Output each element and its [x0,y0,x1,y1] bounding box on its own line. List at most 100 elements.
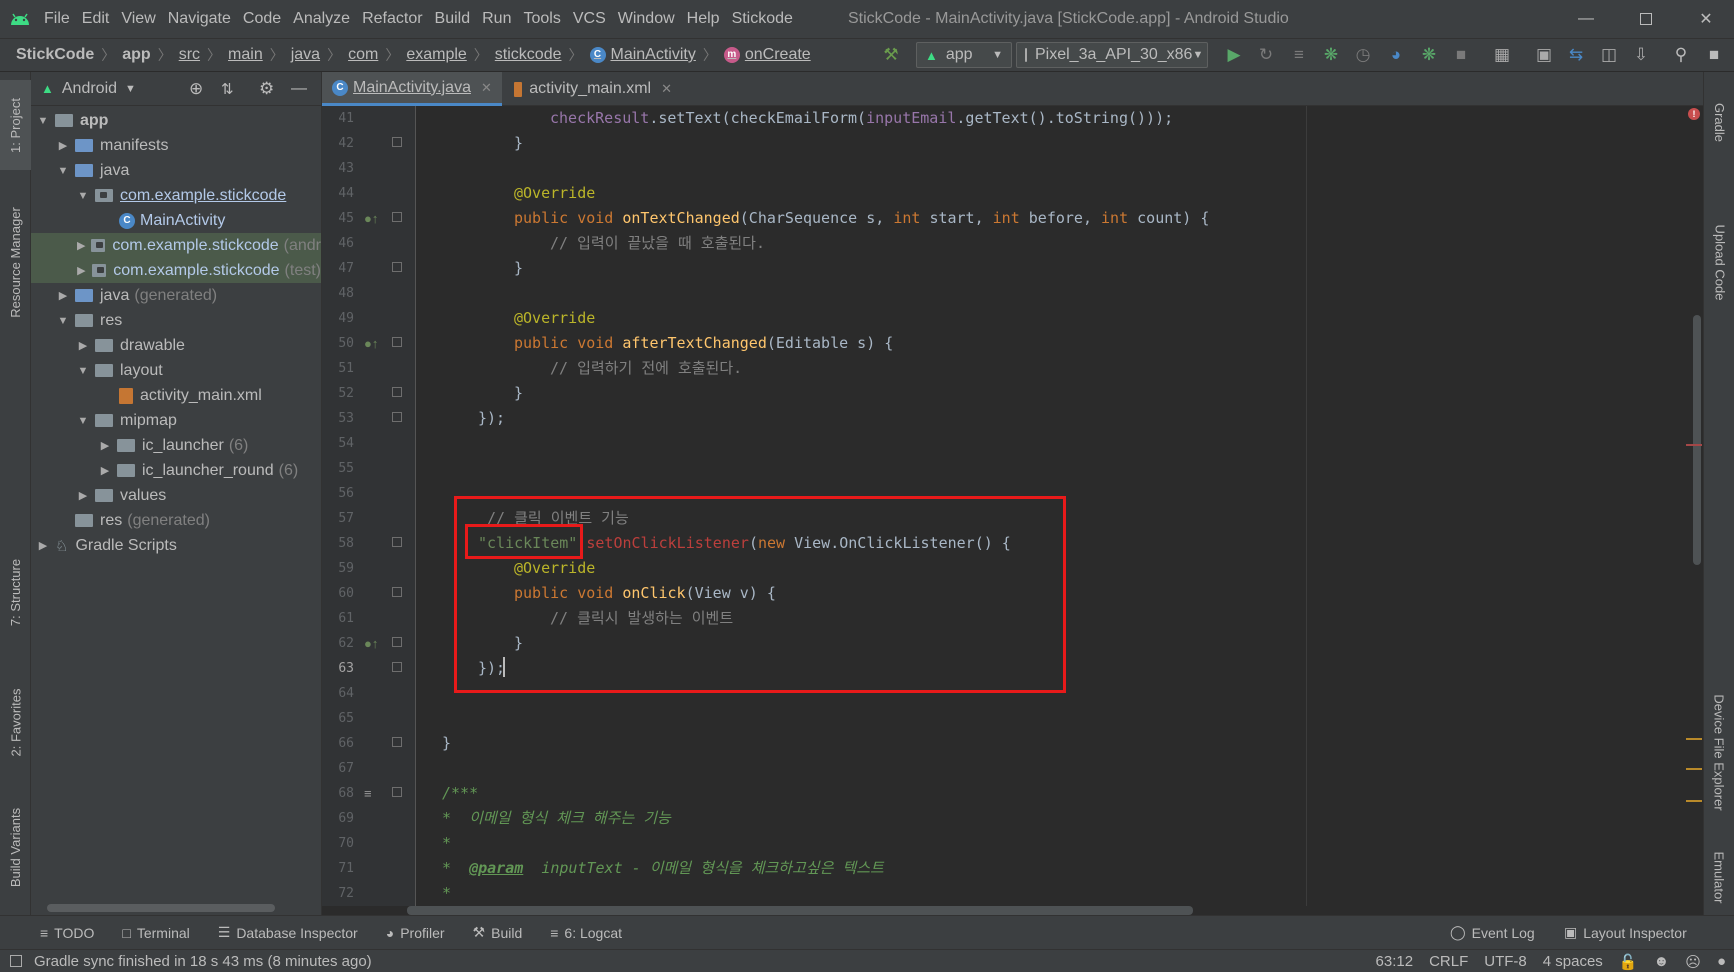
apply-code-changes-icon[interactable]: ≡ [1286,42,1312,68]
tool-tab-structure[interactable]: 7: Structure [0,542,31,642]
avd-manager-icon[interactable]: ▣ [1531,42,1557,68]
panel-horizontal-scrollbar[interactable] [47,904,275,912]
tool-profiler[interactable]: ◕ Profiler [372,925,459,941]
menu-code[interactable]: Code [239,0,289,38]
fold-marker-icon[interactable] [392,137,402,147]
tree-item-values[interactable]: ▶ values [31,483,321,508]
tree-item-mainactivity[interactable]: C MainActivity [31,208,321,233]
tool-terminal[interactable]: □ Terminal [108,925,203,941]
override-marker-icon[interactable]: ●↑ [364,631,378,656]
maximize-button[interactable] [1618,0,1674,38]
menu-view[interactable]: View [117,0,163,38]
doc-marker-icon[interactable]: ≡ [364,781,378,806]
breadcrumb-java[interactable]: java [287,46,324,64]
tool-tab-project[interactable]: 1: Project [0,80,31,170]
tree-item-activity-main-xml[interactable]: activity_main.xml [31,383,321,408]
menu-stickode[interactable]: Stickode [728,0,801,38]
sdk-manager-icon[interactable]: ⇩ [1628,42,1654,68]
menu-vcs[interactable]: VCS [569,0,614,38]
caret-position[interactable]: 63:12 [1376,953,1414,970]
tool-tab-emulator[interactable]: Emulator [1704,832,1734,922]
close-window-button[interactable]: ✕ [1678,0,1734,38]
project-view-selector[interactable]: Android [62,80,117,98]
fold-marker-icon[interactable] [392,412,402,422]
fold-marker-icon[interactable] [392,637,402,647]
menu-window[interactable]: Window [614,0,683,38]
stop-icon[interactable]: ■ [1448,42,1474,68]
override-marker-icon[interactable]: ●↑ [364,331,378,356]
error-indicator-icon[interactable]: ! [1688,108,1700,120]
feedback-face-icon[interactable]: ☹ [1685,953,1701,971]
locate-icon[interactable]: ⊕ [189,79,203,99]
notification-icon[interactable]: ● [1717,953,1726,970]
editor-horizontal-scrollbar[interactable] [407,906,1193,915]
tool-tab-device-file-explorer[interactable]: Device File Explorer [1704,642,1734,862]
tool-tab-favorites[interactable]: 2: Favorites [0,672,31,772]
fold-marker-icon[interactable] [392,212,402,222]
tree-item-java[interactable]: ▼ java [31,158,321,183]
fold-marker-icon[interactable] [392,587,402,597]
device-dropdown[interactable]: Pixel_3a_API_30_x86 ▼ [1016,42,1208,68]
search-icon[interactable]: ⚲ [1668,42,1694,68]
menu-edit[interactable]: Edit [78,0,118,38]
coverage-icon[interactable]: ◷ [1350,42,1376,68]
fold-marker-icon[interactable] [392,787,402,797]
lock-icon[interactable]: 🔓 [1619,953,1638,971]
fold-marker-icon[interactable] [392,537,402,547]
tool-layout-inspector[interactable]: ▣ Layout Inspector [1550,924,1701,941]
breadcrumb-app[interactable]: app [118,46,154,64]
collapse-all-icon[interactable]: ⇅ [221,80,234,98]
breadcrumb-com[interactable]: com [344,46,382,64]
breadcrumb-mainactivity[interactable]: C MainActivity [586,46,700,64]
file-encoding[interactable]: UTF-8 [1484,953,1527,970]
breadcrumb-stickcode[interactable]: stickcode [491,46,566,64]
menu-help[interactable]: Help [683,0,728,38]
attach-debugger-icon[interactable]: ❋ [1416,42,1442,68]
project-structure-icon[interactable]: ▦ [1489,42,1515,68]
tree-item-java-generated[interactable]: ▶ java (generated) [31,283,321,308]
tool-tab-upload-code[interactable]: Upload Code [1704,172,1734,352]
run-icon[interactable]: ▶ [1221,42,1247,68]
menu-refactor[interactable]: Refactor [358,0,430,38]
tree-item-layout[interactable]: ▼ layout [31,358,321,383]
tree-item-ic-launcher[interactable]: ▶ ic_launcher (6) [31,433,321,458]
fold-marker-icon[interactable] [392,262,402,272]
tree-item-mipmap[interactable]: ▼ mipmap [31,408,321,433]
tree-item-gradle-scripts[interactable]: ▶ ♘ Gradle Scripts [31,533,321,558]
tree-item-drawable[interactable]: ▶ drawable [31,333,321,358]
close-tab-icon[interactable]: ✕ [661,81,672,97]
tool-tab-gradle[interactable]: Gradle [1704,82,1734,162]
fold-marker-icon[interactable] [392,662,402,672]
menu-build[interactable]: Build [431,0,479,38]
account-icon[interactable]: ■ [1701,42,1727,68]
tree-item-res[interactable]: ▼ res [31,308,321,333]
gear-icon[interactable]: ⚙ [259,79,274,99]
warning-stripe-marker[interactable] [1686,768,1702,770]
tree-item-ic-launcher-round[interactable]: ▶ ic_launcher_round (6) [31,458,321,483]
menu-tools[interactable]: Tools [519,0,568,38]
hide-panel-icon[interactable]: — [291,80,307,98]
override-marker-icon[interactable]: ●↑ [364,206,378,231]
apply-changes-icon[interactable]: ↻ [1253,42,1279,68]
profile-icon[interactable]: ◕ [1383,42,1409,68]
breadcrumb-example[interactable]: example [402,46,470,64]
tab-mainactivity-java[interactable]: C MainActivity.java ✕ [322,72,502,106]
run-config-dropdown[interactable]: ▲ app ▼ [916,42,1012,68]
menu-analyze[interactable]: Analyze [289,0,358,38]
editor-vertical-scrollbar[interactable] [1693,315,1701,565]
sync-gradle-icon[interactable]: ⇆ [1563,42,1589,68]
menu-file[interactable]: File [40,0,78,38]
warning-stripe-marker[interactable] [1686,738,1702,740]
tree-item-app[interactable]: ▼ app [31,108,321,133]
tool-tab-build-variants[interactable]: Build Variants [0,792,31,902]
tool-event-log[interactable]: ◯ Event Log [1436,924,1549,941]
tree-item-res-generated[interactable]: res (generated) [31,508,321,533]
tool-database-inspector[interactable]: ☰ Database Inspector [204,924,372,941]
tree-item-package-test[interactable]: ▶ com.example.stickcode (test) [31,258,321,283]
build-hammer-icon[interactable]: ⚒ [878,42,904,68]
device-manager-icon[interactable]: ◫ [1596,42,1622,68]
face-icon[interactable]: ☻ [1654,953,1670,970]
fold-marker-icon[interactable] [392,337,402,347]
breadcrumb-oncreate[interactable]: m onCreate [720,46,815,64]
fold-marker-icon[interactable] [392,387,402,397]
